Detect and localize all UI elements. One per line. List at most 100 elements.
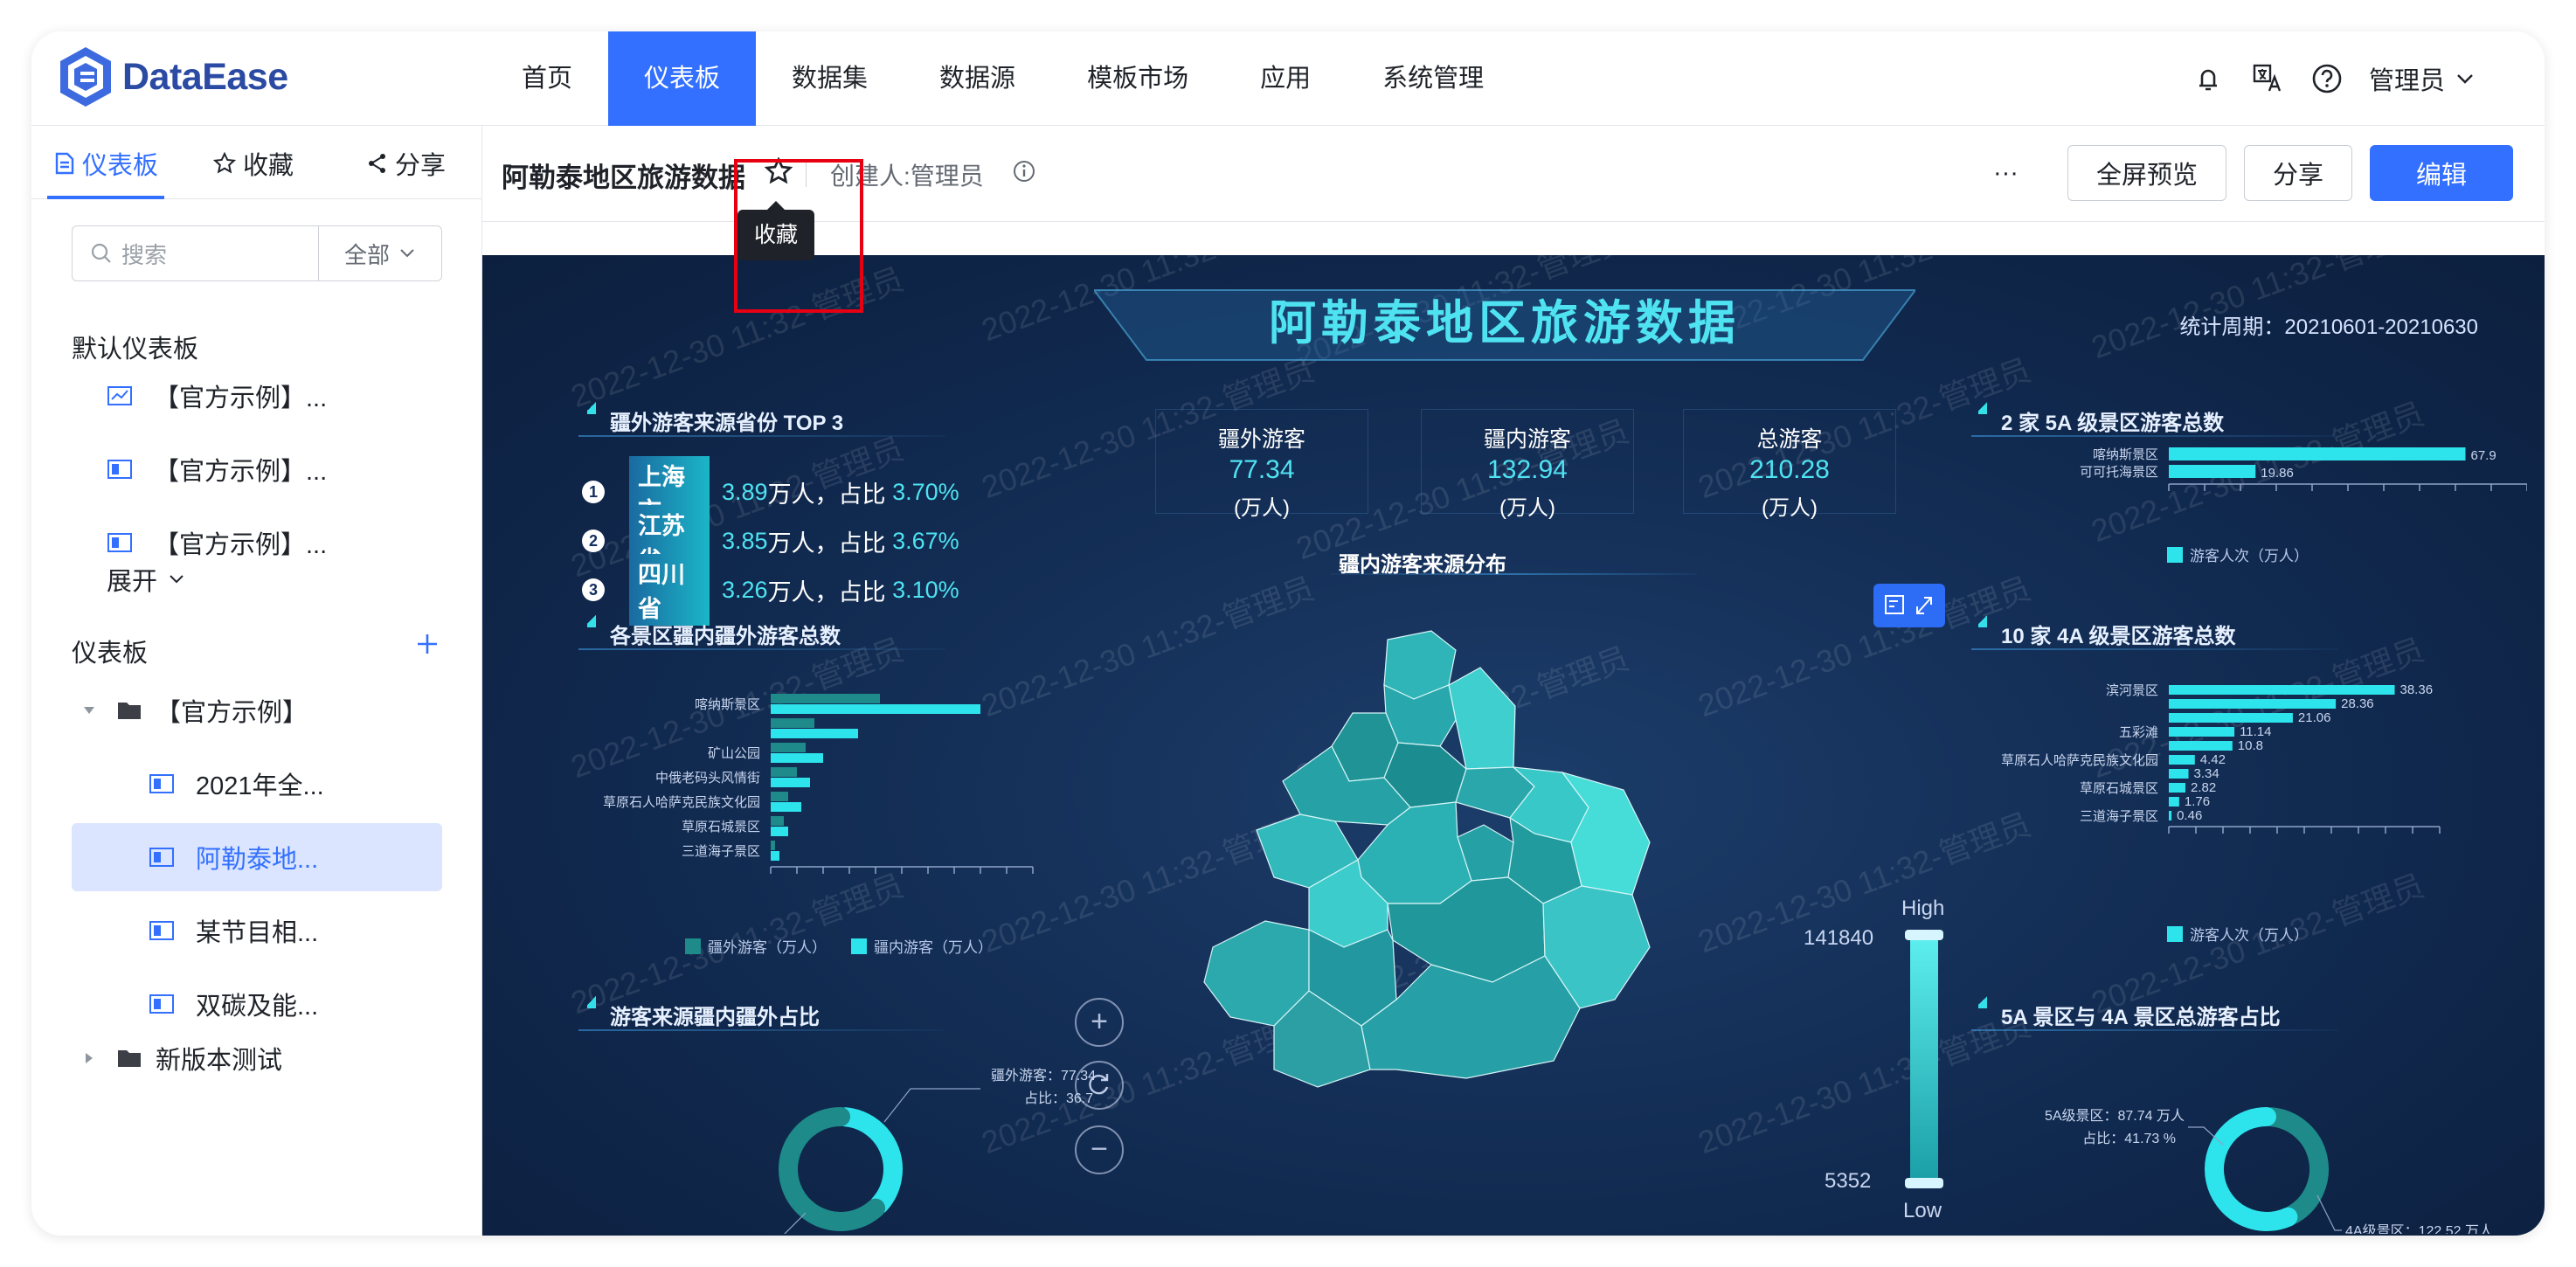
bar-value-label: 19.86 (2261, 466, 2294, 481)
bar[interactable] (771, 816, 784, 826)
sidebar-item-default[interactable]: 【官方示例】... (107, 435, 442, 503)
bar[interactable] (771, 718, 814, 728)
bar[interactable] (771, 704, 980, 714)
visitor-value: 3.85 (722, 527, 768, 554)
nav-item[interactable]: 数据集 (756, 31, 904, 126)
leader-line (2316, 1194, 2342, 1231)
dataease-logo-icon (60, 47, 111, 107)
legend-4a: 游客人次（万人） (2167, 923, 2309, 945)
category-label: 草原石城景区 (2080, 781, 2158, 796)
folder-new-version-test[interactable]: 新版本测试 (72, 1024, 442, 1092)
panel-divider (578, 435, 945, 437)
more-options-button[interactable]: ··· (1993, 159, 2019, 188)
visitor-pct: 3.10% (892, 576, 959, 603)
edit-button[interactable]: 编辑 (2369, 145, 2513, 201)
bar[interactable] (2169, 811, 2172, 820)
folder-official-examples[interactable]: 【官方示例】 (72, 676, 442, 744)
stat-card: 总游客 210.28 (万人) (1683, 409, 1896, 520)
nav-item[interactable]: 系统管理 (1347, 31, 1520, 126)
category-label: 三道海子景区 (2080, 809, 2158, 824)
notification-bell-icon[interactable] (2191, 61, 2226, 96)
bar[interactable] (771, 851, 779, 861)
sidebar-item-default[interactable]: 【官方示例】... (107, 362, 442, 430)
pie-slice[interactable] (835, 1107, 903, 1215)
sidebar-item-dashboard[interactable]: 阿勒泰地... (72, 823, 442, 891)
bar[interactable] (771, 694, 880, 703)
sidebar-item-label: 【官方示例】... (154, 384, 328, 412)
chevron-down-icon (2457, 74, 2473, 84)
nav-item[interactable]: 仪表板 (608, 31, 757, 126)
nav-item[interactable]: 数据源 (904, 31, 1051, 126)
bar[interactable] (2169, 797, 2179, 807)
bar[interactable] (2169, 465, 2256, 478)
nav-item[interactable]: 首页 (486, 31, 608, 126)
bar[interactable] (2169, 699, 2337, 709)
nav-item[interactable]: 模板市场 (1051, 31, 1224, 126)
dashboard-canvas: 2022-12-30 11:32-管理员2022-12-30 11:32-管理员… (482, 255, 2545, 1236)
bar[interactable] (771, 753, 823, 763)
bar[interactable] (2169, 755, 2195, 765)
top3-row: 3 四川省 3.26 万人，占比 3.10% (582, 554, 959, 626)
bar[interactable] (2169, 713, 2293, 723)
help-icon[interactable] (2309, 61, 2344, 96)
bar[interactable] (771, 841, 775, 850)
xinjiang-map[interactable] (1178, 615, 1685, 1104)
share-button[interactable]: 分享 (2243, 145, 2352, 201)
sidebar-item-dashboard[interactable]: 某节目相... (72, 897, 442, 965)
bar[interactable] (2169, 447, 2466, 460)
bar[interactable] (771, 729, 858, 738)
star-icon (213, 152, 236, 174)
zoom-in-button[interactable]: + (1075, 998, 1124, 1047)
pie-slice[interactable] (2261, 1107, 2329, 1225)
visual-map-scale[interactable] (1898, 928, 1950, 1190)
search-filter-select[interactable]: 全部 (319, 238, 441, 270)
tab-dashboards[interactable]: 仪表板 (54, 145, 158, 182)
bar[interactable] (2169, 741, 2233, 751)
expand-label: 展开 (107, 568, 158, 596)
bar[interactable] (2169, 783, 2186, 793)
search-input[interactable]: 搜索 (73, 226, 319, 280)
map-region[interactable] (1448, 667, 1516, 770)
bar[interactable] (771, 802, 801, 812)
panel-divider (578, 648, 945, 650)
user-menu[interactable]: 管理员 (2369, 60, 2475, 97)
bar[interactable] (771, 743, 806, 752)
category-label: 中俄老码头风情街 (655, 771, 760, 786)
scale-high-label: High (1901, 897, 1945, 920)
bar[interactable] (771, 792, 788, 801)
rank-badge: 2 (582, 530, 605, 552)
expand-toggle[interactable]: 展开 (107, 545, 281, 613)
stat-label: 疆外游客 (1217, 427, 1305, 452)
panel-title-4a: 10 家 4A 级景区游客总数 (1978, 612, 2236, 649)
bar[interactable] (771, 767, 797, 777)
tab-favorites[interactable]: 收藏 (213, 145, 294, 182)
inspect-data-icon[interactable] (1885, 595, 1904, 614)
bar[interactable] (2169, 685, 2395, 695)
fullscreen-preview-button[interactable]: 全屏预览 (2067, 145, 2226, 201)
nav-item[interactable]: 应用 (1224, 31, 1347, 126)
bar[interactable] (2169, 727, 2235, 737)
leader-line (883, 1088, 980, 1123)
dashboard-banner: 阿勒泰地区旅游数据 (1094, 281, 1915, 369)
default-dashboards-heading: 默认仪表板 (72, 336, 199, 363)
translate-icon[interactable] (2250, 61, 2285, 96)
bar[interactable] (771, 778, 810, 787)
bar[interactable] (2169, 769, 2189, 779)
fullscreen-icon[interactable] (1916, 597, 1932, 614)
stat-unit: (万人) (1762, 496, 1818, 520)
bar[interactable] (771, 827, 788, 836)
chevron-down-icon (170, 575, 184, 584)
add-icon[interactable] (416, 633, 439, 655)
share-icon (369, 154, 385, 173)
sidebar-item-dashboard[interactable]: 2021年全... (72, 750, 442, 818)
slice-pct: 占比：41.73 % (2082, 1131, 2176, 1146)
app-logo[interactable]: DataEase (58, 45, 288, 108)
info-icon[interactable] (1012, 159, 1036, 183)
pie-slice[interactable] (779, 1107, 886, 1231)
bar-value-label: 67.9 (2471, 448, 2496, 463)
document-icon (55, 152, 74, 175)
tab-shared[interactable]: 分享 (367, 145, 446, 182)
pie-slice[interactable] (2205, 1107, 2298, 1231)
bar-value-label: 1.76 (2185, 794, 2210, 809)
leader-line (784, 1212, 807, 1234)
